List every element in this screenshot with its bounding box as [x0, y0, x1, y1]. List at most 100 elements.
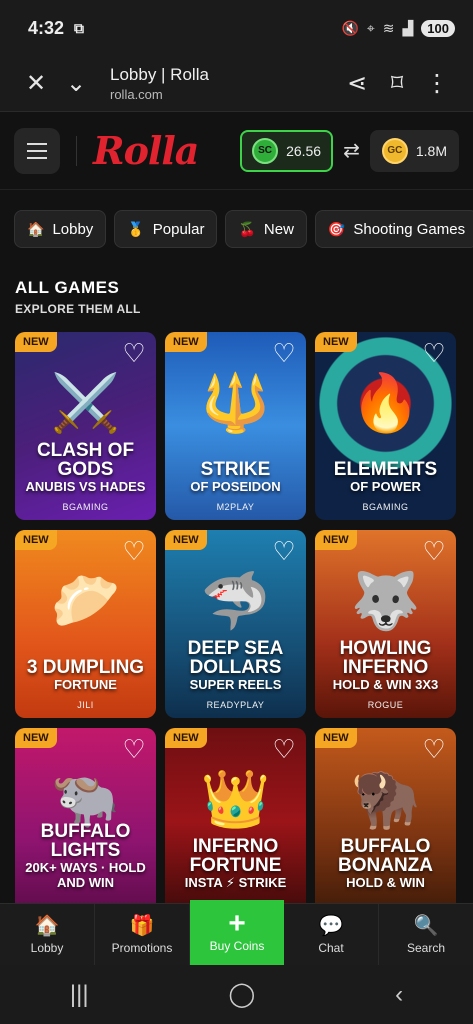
game-subtitle: Anubis vs Hades — [25, 479, 146, 494]
favorite-heart-icon[interactable]: ♡ — [120, 340, 148, 366]
favorite-heart-icon[interactable]: ♡ — [270, 736, 298, 762]
chat-bubble-icon: 💬 — [318, 914, 344, 937]
new-badge: NEW — [15, 728, 57, 748]
url-box[interactable]: Lobby | Rolla rolla.com — [96, 65, 337, 102]
new-badge: NEW — [315, 530, 357, 550]
game-card[interactable]: 🐃 NEW ♡ Buffalo Lights 20K+ Ways · Hold a… — [15, 728, 156, 916]
game-card[interactable]: 🔱 NEW ♡ Strike of Poseidon M2PLAY — [165, 332, 306, 520]
home-icon[interactable]: ◯ — [228, 980, 255, 1009]
menu-button[interactable] — [14, 127, 60, 174]
game-provider: READYPLAY — [206, 700, 265, 710]
favorite-heart-icon[interactable]: ♡ — [120, 736, 148, 762]
chip-new[interactable]: 🍒 New — [225, 210, 307, 248]
category-chips: 🏠 Lobby 🥇 Popular 🍒 New 🎯 Shooting Games — [0, 190, 473, 260]
gift-icon: 🎁 — [129, 914, 155, 937]
game-art-icon: 🥟 — [50, 569, 121, 633]
new-badge: NEW — [15, 332, 57, 352]
nav-buy-coins[interactable]: + Buy Coins — [190, 900, 284, 966]
bottom-nav: 🏠 Lobby 🎁 Promotions + Buy Coins 💬 Chat … — [0, 900, 473, 966]
nav-chat[interactable]: 💬 Chat — [284, 904, 379, 965]
close-icon[interactable]: ✕ — [16, 64, 56, 104]
favorite-heart-icon[interactable]: ♡ — [120, 538, 148, 564]
game-card[interactable]: 🦈 NEW ♡ Deep Sea Dollars Super Reels READ… — [165, 530, 306, 718]
all-games-section: ALL GAMES EXPLORE THEM ALL — [0, 260, 473, 316]
game-title: Clash of Gods Anubis vs Hades — [19, 441, 152, 494]
game-provider: ROGUE — [367, 700, 404, 710]
sc-coin-icon: SC — [252, 137, 279, 164]
new-badge: NEW — [165, 530, 207, 550]
new-badge: NEW — [15, 530, 57, 550]
new-badge: NEW — [315, 332, 357, 352]
screenshot-icon: ⧉ — [74, 19, 85, 36]
sc-balance-button[interactable]: SC 26.56 — [240, 129, 334, 172]
recents-icon[interactable]: ||| — [70, 981, 89, 1009]
game-title: Deep Sea Dollars Super Reels — [169, 639, 302, 692]
nav-label: Chat — [318, 940, 344, 955]
gc-balance: 1.8M — [415, 142, 447, 159]
more-menu-icon[interactable]: ⋮ — [417, 64, 457, 104]
game-card[interactable]: 🥟 NEW ♡ 3 Dumpling Fortune JILI — [15, 530, 156, 718]
game-subtitle: 20K+ Ways · Hold and Win — [25, 860, 146, 890]
house-icon: 🏠 — [27, 220, 45, 237]
favorite-heart-icon[interactable]: ♡ — [420, 736, 448, 762]
sc-balance: 26.56 — [286, 142, 322, 159]
game-subtitle: Hold & Win — [346, 875, 425, 890]
plus-icon: + — [228, 907, 246, 940]
game-card[interactable]: ⚔️ NEW ♡ Clash of Gods Anubis vs Hades BG… — [15, 332, 156, 520]
share-icon[interactable]: ⋖ — [337, 64, 377, 104]
nav-search[interactable]: 🔍 Search — [379, 904, 473, 965]
game-card[interactable]: 🔥 NEW ♡ Elements of Power BGAMING — [315, 332, 456, 520]
gc-balance-button[interactable]: GC 1.8M — [369, 129, 459, 172]
favorite-heart-icon[interactable]: ♡ — [270, 340, 298, 366]
medal-icon: 🥇 — [127, 220, 145, 237]
signal-icon: ▟ — [402, 19, 414, 36]
nav-lobby[interactable]: 🏠 Lobby — [0, 904, 95, 965]
game-art-icon: 🔥 — [350, 371, 421, 435]
back-icon[interactable]: ‹ — [395, 981, 403, 1009]
browser-bar: ✕ ⌄ Lobby | Rolla rolla.com ⋖ ⌑ ⋮ — [0, 56, 473, 112]
chip-popular[interactable]: 🥇 Popular — [114, 210, 218, 248]
game-provider: BGAMING — [62, 502, 109, 512]
game-card[interactable]: 👑 NEW ♡ Inferno Fortune Insta ⚡ Strike — [165, 728, 306, 916]
status-time: 4:32 — [28, 17, 65, 38]
game-title: Strike of Poseidon — [169, 460, 302, 494]
favorite-heart-icon[interactable]: ♡ — [270, 538, 298, 564]
nav-promotions[interactable]: 🎁 Promotions — [95, 904, 190, 965]
game-title: Inferno Fortune Insta ⚡ Strike — [169, 837, 302, 890]
game-art-icon: 🦬 — [350, 767, 421, 831]
app-header: Rolla SC 26.56 ⇄ GC 1.8M — [0, 112, 473, 190]
section-subtitle: EXPLORE THEM ALL — [15, 302, 141, 316]
game-card[interactable]: 🐺 NEW ♡ Howling Inferno Hold & Win 3x3 RO… — [315, 530, 456, 718]
wifi-icon: ≋ — [382, 19, 395, 36]
game-title: 3 Dumpling Fortune — [19, 658, 152, 692]
game-title: Buffalo Bonanza Hold & Win — [319, 837, 452, 890]
chip-shooting-games[interactable]: 🎯 Shooting Games — [314, 210, 473, 248]
new-badge: NEW — [165, 728, 207, 748]
game-title: Elements of Power — [319, 460, 452, 494]
mute-icon: 🔇 — [341, 19, 359, 36]
chip-lobby[interactable]: 🏠 Lobby — [14, 210, 107, 248]
nav-label: Buy Coins — [209, 939, 265, 953]
chip-label: Shooting Games — [353, 220, 466, 238]
battery-indicator: 100 — [421, 19, 455, 37]
game-subtitle: of Poseidon — [190, 479, 281, 494]
chevron-down-icon[interactable]: ⌄ — [56, 64, 96, 104]
game-art-icon: 👑 — [200, 767, 271, 831]
rolla-logo[interactable]: Rolla — [93, 128, 199, 173]
game-subtitle: Hold & Win 3x3 — [332, 677, 439, 692]
location-icon: ⌖ — [366, 19, 375, 36]
favorite-heart-icon[interactable]: ♡ — [420, 340, 448, 366]
swap-icon[interactable]: ⇄ — [343, 138, 360, 163]
nav-label: Promotions — [111, 940, 173, 955]
game-subtitle: Super Reels — [189, 677, 282, 692]
chip-label: Popular — [152, 220, 205, 238]
nav-label: Search — [406, 940, 446, 955]
game-card[interactable]: 🦬 NEW ♡ Buffalo Bonanza Hold & Win — [315, 728, 456, 916]
chip-label: Lobby — [52, 220, 94, 238]
game-title: Howling Inferno Hold & Win 3x3 — [319, 639, 452, 692]
new-badge: NEW — [165, 332, 207, 352]
bookmark-icon[interactable]: ⌑ — [377, 64, 417, 104]
system-nav-bar: ||| ◯ ‹ — [0, 965, 473, 1024]
favorite-heart-icon[interactable]: ♡ — [420, 538, 448, 564]
nav-label: Lobby — [30, 940, 64, 955]
